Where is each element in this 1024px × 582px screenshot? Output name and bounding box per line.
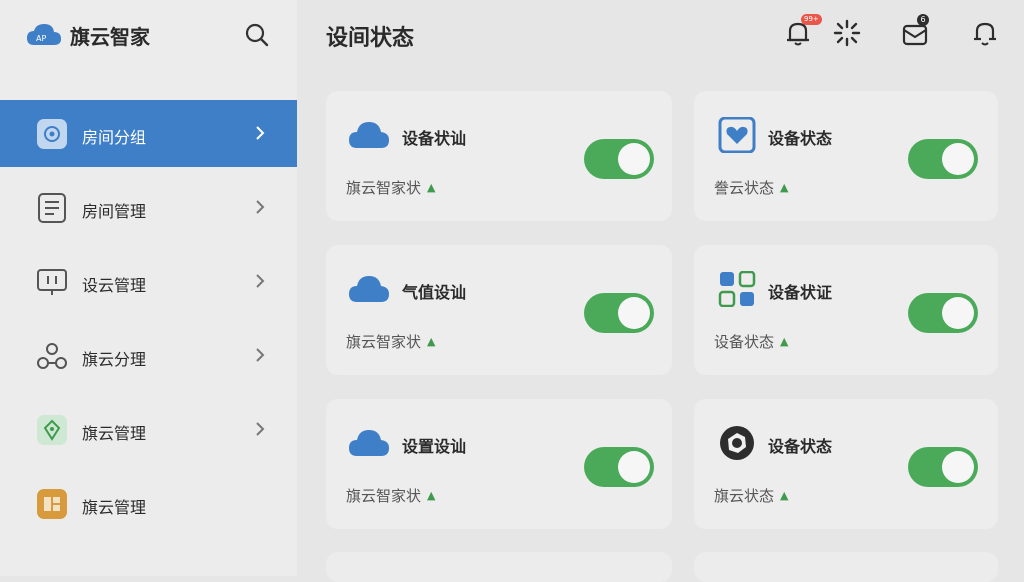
device-toggle[interactable] <box>908 139 978 179</box>
card-subtitle-text: 设备状态 <box>714 333 775 351</box>
card-subtitle: 旗云智家状 ▲ <box>346 177 435 198</box>
octagon-lens-icon <box>716 425 758 461</box>
device-toggle[interactable] <box>908 293 978 333</box>
card-subtitle-text: 旗云状态 <box>714 487 775 505</box>
sidebar-item-label: 旗云分理 <box>82 350 147 369</box>
sidebar-item-room-manage[interactable]: 房间管理 <box>0 174 297 241</box>
device-card[interactable]: 设备状态 誊云状态 ▲ <box>694 91 998 221</box>
orange-app-icon <box>36 488 68 520</box>
chevron-right-icon <box>252 198 268 216</box>
grid-apps-icon <box>716 270 758 308</box>
chevron-right-icon <box>252 272 268 290</box>
page-title: 设间状态 <box>326 26 415 51</box>
toggle-knob <box>942 451 974 483</box>
room-group-icon <box>36 118 68 150</box>
document-list-icon <box>36 192 68 224</box>
leaf-badge-icon <box>36 414 68 446</box>
sidebar-item-label: 房间分组 <box>82 128 147 147</box>
card-title: 设备状证 <box>768 283 833 302</box>
card-subtitle: 旗云智家状 ▲ <box>346 331 435 352</box>
device-toggle[interactable] <box>584 293 654 333</box>
sidebar-item-cloud-manage[interactable]: 旗云管理 <box>0 396 297 463</box>
device-card[interactable]: 气值设讪 旗云智家状 ▲ <box>326 245 672 375</box>
loading-spinner-icon[interactable] <box>832 18 862 48</box>
sidebar-item-label: 旗云管理 <box>82 424 147 443</box>
sidebar-item-cloud-split[interactable]: 旗云分理 <box>0 322 297 389</box>
nodes-icon <box>36 340 68 372</box>
sidebar-nav: 房间分组 房间管理 设云管理 旗云分理 旗云管理 旗云管理 <box>0 100 297 544</box>
trend-up-icon: ▲ <box>427 181 436 194</box>
card-subtitle: 旗云状态 ▲ <box>714 485 788 506</box>
trend-up-icon: ▲ <box>780 489 789 502</box>
app-name: 旗云智家 <box>70 24 150 49</box>
toggle-knob <box>618 451 650 483</box>
sidebar-item-device-manage[interactable]: 设云管理 <box>0 248 297 315</box>
card-title: 气值设讪 <box>402 283 467 302</box>
card-title: 设置设讪 <box>402 437 467 456</box>
card-title: 设备状态 <box>768 437 833 456</box>
chevron-right-icon <box>252 124 268 142</box>
cloud-icon <box>348 271 390 307</box>
card-subtitle: 誊云状态 ▲ <box>714 177 788 198</box>
device-card-partial[interactable] <box>694 552 998 582</box>
sidebar-item-room-group[interactable]: 房间分组 <box>0 100 297 167</box>
card-title: 设备状态 <box>768 129 833 148</box>
chevron-right-icon <box>252 420 268 438</box>
cloud-icon <box>348 117 390 153</box>
trend-up-icon: ▲ <box>780 181 789 194</box>
cloud-logo-icon: AP <box>26 21 62 49</box>
toggle-knob <box>618 297 650 329</box>
sidebar-item-label: 房间管理 <box>82 202 147 221</box>
sidebar-item-label: 设云管理 <box>82 276 147 295</box>
toggle-knob <box>942 297 974 329</box>
toggle-knob <box>942 143 974 175</box>
device-card[interactable]: 设置设讪 旗云智家状 ▲ <box>326 399 672 529</box>
chevron-right-icon <box>252 346 268 364</box>
monitor-icon <box>36 266 68 298</box>
sidebar-item-cloud-manage-2[interactable]: 旗云管理 <box>0 470 297 537</box>
card-subtitle-text: 旗云智家状 <box>346 487 422 505</box>
device-card[interactable]: 设备状讪 旗云智家状 ▲ <box>326 91 672 221</box>
notification-badge: 99+ <box>801 14 822 25</box>
card-subtitle-text: 旗云智家状 <box>346 179 422 197</box>
device-card[interactable]: 设备状态 旗云状态 ▲ <box>694 399 998 529</box>
brand: AP 旗云智家 <box>26 18 150 52</box>
trend-up-icon: ▲ <box>427 335 436 348</box>
card-subtitle: 设备状态 ▲ <box>714 331 788 352</box>
card-subtitle-text: 誊云状态 <box>714 179 775 197</box>
trend-up-icon: ▲ <box>427 489 436 502</box>
bell-icon[interactable]: 99+ <box>783 14 822 48</box>
device-card[interactable]: 设备状证 设备状态 ▲ <box>694 245 998 375</box>
card-title: 设备状讪 <box>402 129 467 148</box>
device-toggle[interactable] <box>584 447 654 487</box>
trend-up-icon: ▲ <box>780 335 789 348</box>
card-subtitle: 旗云智家状 ▲ <box>346 485 435 506</box>
card-subtitle-text: 旗云智家状 <box>346 333 422 351</box>
search-icon[interactable] <box>244 22 270 48</box>
toggle-knob <box>618 143 650 175</box>
device-toggle[interactable] <box>908 447 978 487</box>
mailbox-icon[interactable]: 6 <box>900 14 930 48</box>
device-toggle[interactable] <box>584 139 654 179</box>
heart-shield-icon <box>716 116 758 154</box>
mail-badge: 6 <box>917 14 929 26</box>
sidebar-item-label: 旗云管理 <box>82 498 147 517</box>
notification-settings-icon[interactable] <box>970 18 1000 48</box>
sidebar: AP 旗云智家 房间分组 房间管理 设云管理 旗云分理 旗云管理 旗云管理 <box>0 0 297 576</box>
device-card-partial[interactable] <box>326 552 672 582</box>
svg-text:AP: AP <box>36 34 46 43</box>
cloud-icon <box>348 425 390 461</box>
